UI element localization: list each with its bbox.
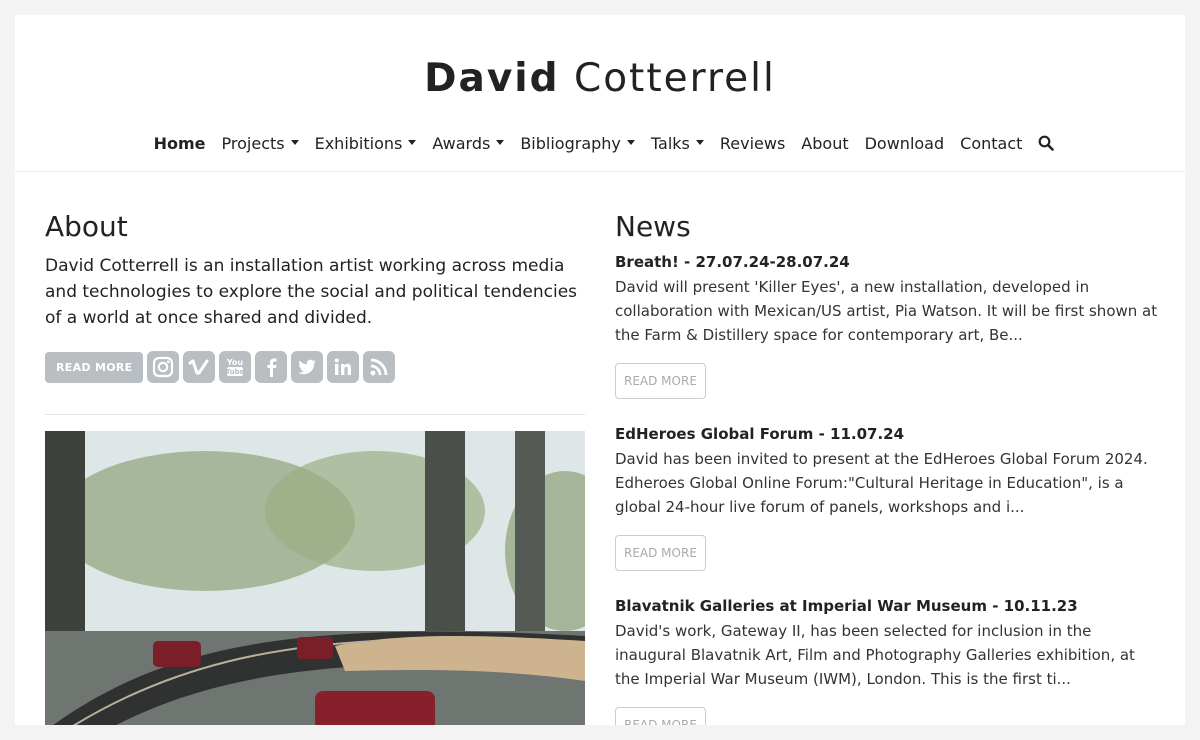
about-text: David Cotterrell is an installation arti…	[45, 256, 578, 328]
site-title-last: Cotterrell	[573, 56, 776, 101]
nav-label: Exhibitions	[314, 133, 403, 153]
nav-label: Download	[864, 133, 945, 153]
nav-label: About	[801, 133, 849, 153]
nav-item-awards[interactable]: Awards	[432, 133, 505, 153]
news-section: News Breath! - 27.07.24-28.07.24 David w…	[615, 210, 1160, 725]
nav-item-talks[interactable]: Talks	[651, 134, 704, 153]
nav-label: Projects	[221, 133, 285, 153]
news-heading: News	[615, 210, 691, 243]
news-title[interactable]: EdHeroes Global Forum - 11.07.24	[615, 425, 1160, 443]
site-title-first: David	[424, 56, 560, 101]
nav-item-reviews[interactable]: Reviews	[720, 134, 785, 153]
nav-label: Awards	[432, 133, 491, 153]
vimeo-icon[interactable]	[183, 351, 216, 383]
page: David Cotterrell Home Projects Exhibitio…	[15, 15, 1185, 725]
nav-label: Talks	[650, 133, 690, 153]
nav-item-home[interactable]: Home	[154, 134, 206, 153]
news-read-more-button[interactable]: READ MORE	[615, 707, 706, 725]
instagram-icon[interactable]	[147, 351, 180, 383]
nav-label: Reviews	[719, 133, 786, 153]
news-title[interactable]: Blavatnik Galleries at Imperial War Muse…	[615, 597, 1160, 615]
about-divider	[45, 414, 585, 415]
twitter-icon[interactable]	[291, 351, 324, 383]
nav-item-download[interactable]: Download	[865, 134, 945, 153]
youtube-icon[interactable]: You Tube	[219, 351, 252, 383]
nav-label: Home	[153, 133, 206, 153]
nav-item-bibliography[interactable]: Bibliography	[520, 134, 635, 153]
svg-text:Tube: Tube	[226, 368, 245, 376]
nav-item-projects[interactable]: Projects	[222, 134, 299, 153]
news-excerpt: David's work, Gateway II, has been selec…	[615, 622, 1135, 688]
about-heading: About	[45, 210, 128, 243]
header-divider	[15, 171, 1185, 172]
news-item: EdHeroes Global Forum - 11.07.24 David h…	[615, 425, 1160, 571]
featured-installation-photo[interactable]	[45, 431, 585, 725]
news-read-more-button[interactable]: READ MORE	[615, 535, 706, 571]
news-excerpt: David has been invited to present at the…	[615, 450, 1148, 516]
about-read-more-button[interactable]: READ MORE	[45, 351, 144, 383]
nav-item-contact[interactable]: Contact	[960, 134, 1022, 153]
news-excerpt: David will present 'Killer Eyes', a new …	[615, 278, 1158, 344]
news-read-more-button[interactable]: READ MORE	[615, 363, 706, 399]
main-nav: Home Projects Exhibitions Awards Bibliog…	[15, 131, 1185, 155]
svg-text:You: You	[226, 358, 244, 367]
site-title[interactable]: David Cotterrell	[15, 59, 1185, 98]
facebook-icon[interactable]	[255, 351, 288, 383]
caret-down-icon	[626, 139, 635, 145]
social-row: READ MORE You Tube	[45, 351, 585, 383]
search-icon[interactable]	[1038, 135, 1055, 151]
about-section: About David Cotterrell is an installatio…	[45, 210, 585, 725]
news-title[interactable]: Breath! - 27.07.24-28.07.24	[615, 253, 1160, 271]
nav-item-about[interactable]: About	[801, 134, 848, 153]
news-item: Breath! - 27.07.24-28.07.24 David will p…	[615, 253, 1160, 399]
rss-icon[interactable]	[363, 351, 396, 383]
nav-item-exhibitions[interactable]: Exhibitions	[315, 134, 417, 153]
nav-label: Contact	[960, 133, 1023, 153]
linkedin-icon[interactable]	[327, 351, 360, 383]
news-item: Blavatnik Galleries at Imperial War Muse…	[615, 597, 1160, 725]
nav-label: Bibliography	[520, 133, 621, 153]
caret-down-icon	[496, 139, 505, 145]
caret-down-icon	[408, 139, 417, 145]
caret-down-icon	[695, 139, 704, 145]
installation-photo-image	[45, 431, 585, 725]
caret-down-icon	[290, 139, 299, 145]
